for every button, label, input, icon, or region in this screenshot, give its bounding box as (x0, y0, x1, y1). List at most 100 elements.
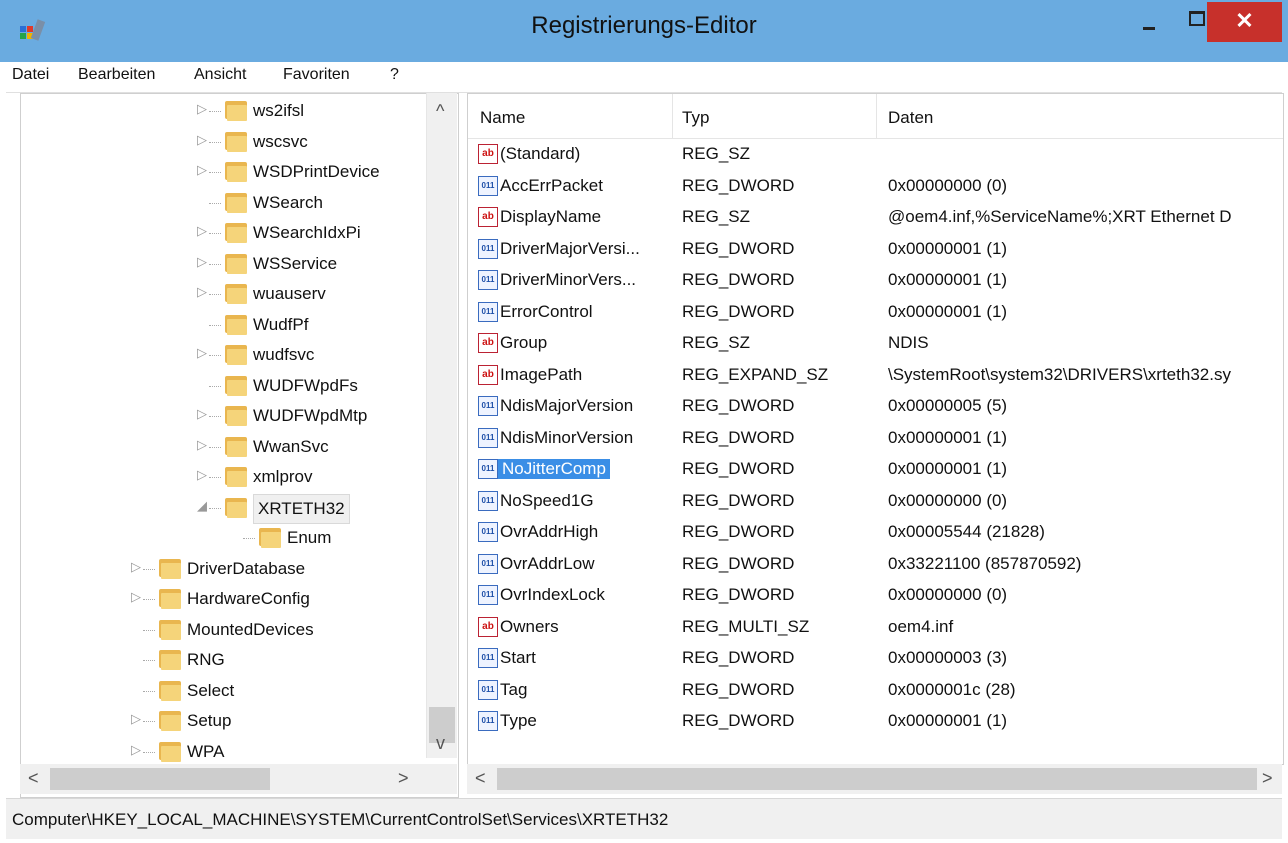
tree-item[interactable]: ▷ ws2ifsl (197, 97, 458, 127)
tree-item-label: wscsvc (253, 131, 308, 151)
folder-icon (159, 557, 181, 579)
key-tree-pane[interactable]: ▷ ws2ifsl ▷ wscsvc ▷ WSDPrintDevice WSearch ▷ WS… (20, 93, 459, 798)
scroll-right-icon[interactable]: > (1262, 768, 1273, 789)
tree-connector (143, 629, 155, 631)
tree-item[interactable]: ▷ WwanSvc (197, 433, 458, 463)
expand-toggle-icon[interactable]: ▷ (131, 589, 143, 605)
value-row[interactable]: 011 OvrAddrLow REG_DWORD 0x33221100 (857870… (468, 549, 1283, 580)
tree-vertical-scrollbar[interactable]: ^ v (426, 93, 457, 758)
expand-toggle-icon[interactable]: ▷ (197, 345, 209, 361)
tree-connector (209, 263, 221, 265)
expand-toggle-icon[interactable]: ▷ (131, 742, 143, 758)
list-hscroll-thumb[interactable] (497, 768, 1257, 790)
tree-item[interactable]: ▷ WSDPrintDevice (197, 158, 458, 188)
value-type: REG_DWORD (682, 585, 795, 604)
tree-item[interactable]: ▷ WUDFWpdMtp (197, 402, 458, 432)
tree-connector (209, 141, 221, 143)
scroll-right-icon[interactable]: > (398, 768, 409, 789)
tree-item[interactable]: ▷ WSearchIdxPi (197, 219, 458, 249)
tree-item[interactable]: RNG (131, 646, 458, 676)
value-data: 0x00000001 (1) (888, 427, 1008, 447)
value-row[interactable]: ab Group REG_SZ NDIS (468, 328, 1283, 359)
column-separator[interactable] (672, 94, 673, 138)
tree-horizontal-scrollbar[interactable]: < > (20, 764, 457, 794)
expand-toggle-icon[interactable]: ▷ (197, 101, 209, 117)
menu-help[interactable]: ? (390, 66, 399, 84)
binary-value-icon: 011 (478, 711, 498, 731)
value-name: ImagePath (500, 364, 583, 384)
column-type-header[interactable]: Typ (682, 108, 709, 128)
value-row[interactable]: ab ImagePath REG_EXPAND_SZ \SystemRoot\syst… (468, 360, 1283, 391)
value-row[interactable]: 011 ErrorControl REG_DWORD 0x00000001 (1) (468, 297, 1283, 328)
value-row[interactable]: 011 OvrAddrHigh REG_DWORD 0x00005544 (21828… (468, 517, 1283, 548)
expand-toggle-icon[interactable]: ▷ (197, 132, 209, 148)
tree-connector (209, 355, 221, 356)
scroll-left-icon[interactable]: < (28, 768, 39, 789)
tree-item-label: MountedDevices (187, 619, 314, 639)
values-list-pane[interactable]: Name Typ Daten ab (Standard) REG_SZ 011 AccE… (467, 93, 1284, 765)
tree-item[interactable]: ▷ WSService (197, 250, 458, 280)
tree-item[interactable]: ▷ wudfsvc (197, 341, 458, 371)
tree-item[interactable]: Enum (231, 524, 458, 554)
value-row[interactable]: 011 OvrIndexLock REG_DWORD 0x00000000 (0) (468, 580, 1283, 611)
value-row[interactable]: 011 DriverMajorVersi... REG_DWORD 0x0000000… (468, 234, 1283, 265)
value-row[interactable]: 011 NdisMinorVersion REG_DWORD 0x00000001 (… (468, 423, 1283, 454)
expand-toggle-icon[interactable]: ▷ (131, 559, 143, 575)
value-row[interactable]: 011 DriverMinorVers... REG_DWORD 0x00000001… (468, 265, 1283, 296)
expand-toggle-icon[interactable]: ▷ (131, 711, 143, 727)
scroll-left-icon[interactable]: < (475, 768, 486, 789)
scroll-down-icon[interactable]: v (436, 733, 445, 754)
value-row[interactable]: 011 Start REG_DWORD 0x00000003 (3) (468, 643, 1283, 674)
column-separator[interactable] (876, 94, 877, 138)
menu-ansicht[interactable]: Ansicht (194, 66, 246, 84)
value-data: 0x0000001c (28) (888, 679, 1016, 699)
tree-item[interactable]: ▷ Setup (131, 707, 458, 737)
folder-icon (225, 374, 247, 396)
value-type: REG_DWORD (682, 270, 795, 289)
column-data-header[interactable]: Daten (888, 108, 933, 128)
title-bar[interactable]: Registrierungs-Editor ✕ (0, 0, 1288, 62)
tree-item[interactable]: ▷ HardwareConfig (131, 585, 458, 615)
expand-toggle-icon[interactable]: ▷ (197, 254, 209, 270)
tree-item[interactable]: Select (131, 677, 458, 707)
tree-connector (209, 385, 221, 387)
expand-toggle-icon[interactable]: ▷ (197, 223, 209, 239)
menu-bearbeiten[interactable]: Bearbeiten (78, 66, 155, 84)
minimize-button[interactable] (1126, 0, 1172, 44)
tree-item[interactable]: ▷ wuauserv (197, 280, 458, 310)
tree-item[interactable]: ▷ DriverDatabase (131, 555, 458, 585)
string-value-icon: ab (478, 333, 498, 353)
tree-item[interactable]: WudfPf (197, 311, 458, 341)
value-row[interactable]: 011 NdisMajorVersion REG_DWORD 0x00000005 (… (468, 391, 1283, 422)
tree-item-label: Select (187, 680, 235, 700)
value-row[interactable]: ab (Standard) REG_SZ (468, 139, 1283, 170)
value-row[interactable]: ab Owners REG_MULTI_SZ oem4.inf (468, 612, 1283, 643)
value-row[interactable]: ab DisplayName REG_SZ @oem4.inf,%ServiceNam… (468, 202, 1283, 233)
menu-favoriten[interactable]: Favoriten (283, 66, 350, 84)
value-row[interactable]: 011 AccErrPacket REG_DWORD 0x00000000 (0) (468, 171, 1283, 202)
expand-toggle-icon[interactable]: ▷ (197, 162, 209, 178)
expand-toggle-icon[interactable]: ▷ (197, 406, 209, 422)
tree-item[interactable]: ▷ WPA (131, 738, 458, 768)
expand-toggle-icon[interactable]: ◢ (197, 498, 209, 514)
tree-item[interactable]: WUDFWpdFs (197, 372, 458, 402)
tree-item[interactable]: ◢ XRTETH32 (197, 493, 458, 524)
value-row[interactable]: 011 NoSpeed1G REG_DWORD 0x00000000 (0) (468, 486, 1283, 517)
value-row[interactable]: 011 Tag REG_DWORD 0x0000001c (28) (468, 675, 1283, 706)
tree-item[interactable]: WSearch (197, 189, 458, 219)
tree-hscroll-thumb[interactable] (50, 768, 270, 790)
value-row[interactable]: 011 NoJitterComp REG_DWORD 0x00000001 (1) (468, 454, 1283, 485)
expand-toggle-icon[interactable]: ▷ (197, 437, 209, 453)
tree-item[interactable]: ▷ wscsvc (197, 128, 458, 158)
folder-icon (159, 648, 181, 670)
column-name-header[interactable]: Name (480, 108, 525, 128)
tree-item[interactable]: ▷ xmlprov (197, 463, 458, 493)
tree-item[interactable]: MountedDevices (131, 616, 458, 646)
expand-toggle-icon[interactable]: ▷ (197, 467, 209, 483)
close-button[interactable]: ✕ (1207, 2, 1282, 42)
list-horizontal-scrollbar[interactable]: < > (467, 764, 1282, 794)
value-row[interactable]: 011 Type REG_DWORD 0x00000001 (1) (468, 706, 1283, 737)
scroll-up-icon[interactable]: ^ (436, 101, 444, 122)
expand-toggle-icon[interactable]: ▷ (197, 284, 209, 300)
menu-datei[interactable]: Datei (12, 66, 49, 84)
